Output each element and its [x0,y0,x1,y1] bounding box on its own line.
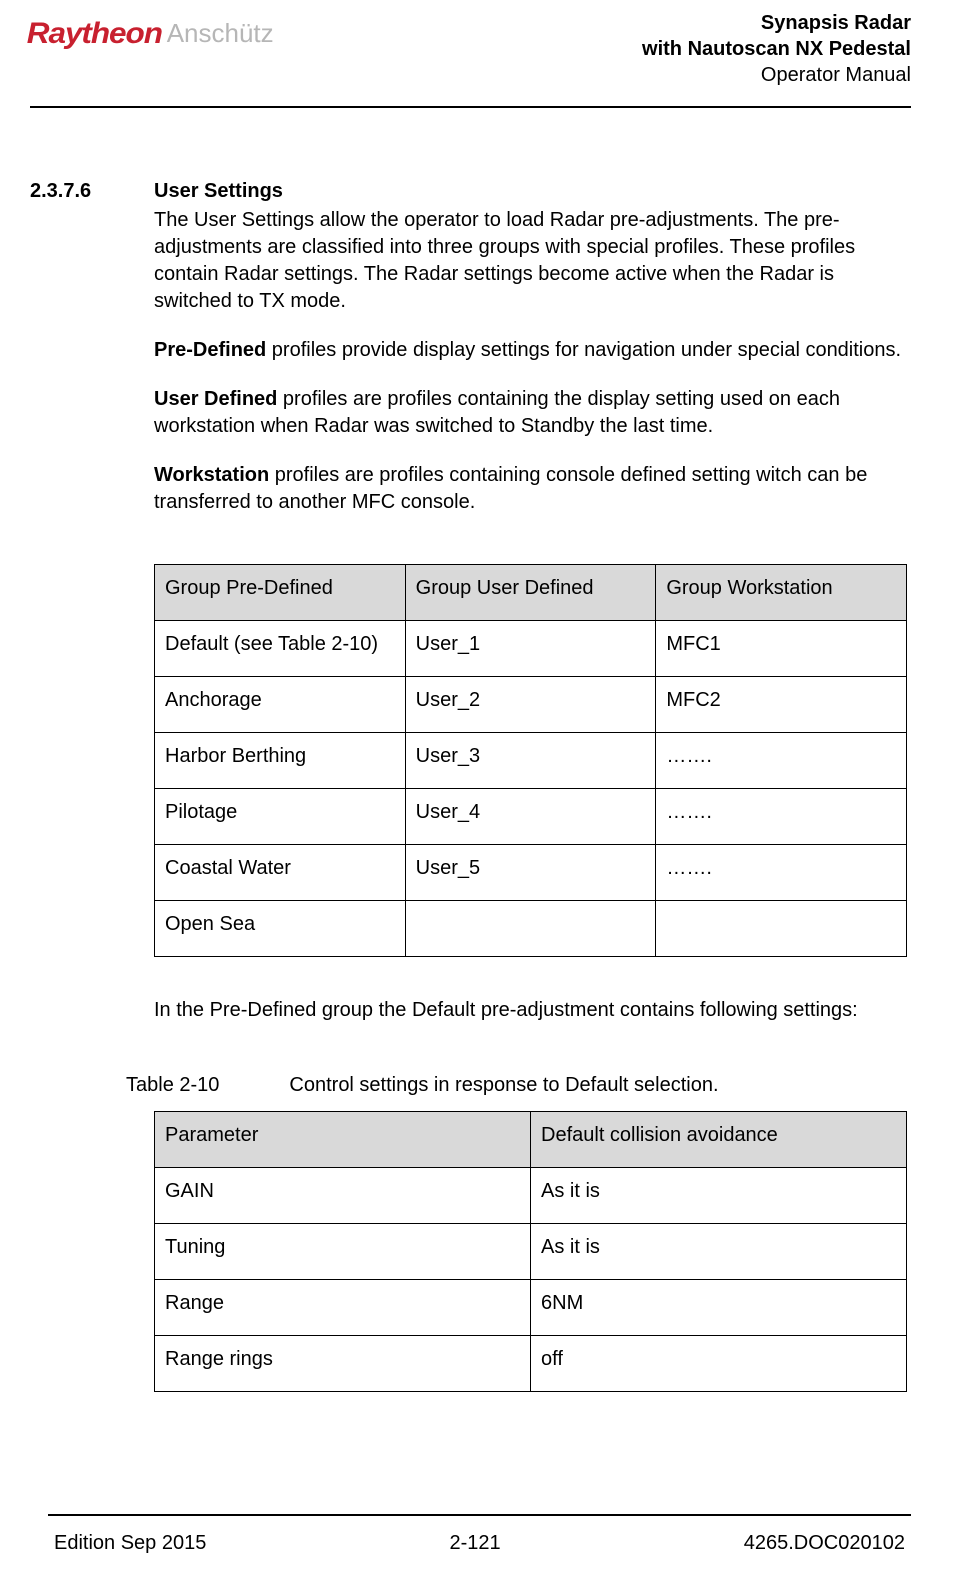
section-heading: 2.3.7.6 User Settings [30,178,911,205]
userdefined-paragraph: User Defined profiles are profiles conta… [154,386,907,440]
table-row: TuningAs it is [155,1224,907,1280]
table-cell: Range [155,1280,531,1336]
page-header: Raytheon Anschütz Synapsis Radar with Na… [30,10,911,106]
table-header: Group User Defined [405,565,656,621]
table-cell: User_3 [405,733,656,789]
table-cell: User_4 [405,789,656,845]
table-cell: MFC1 [656,621,907,677]
table-cell: Pilotage [155,789,406,845]
table-caption-number: Table 2-10 [126,1072,219,1099]
groups-table-wrap: Group Pre-Defined Group User Defined Gro… [154,564,907,957]
table-cell: MFC2 [656,677,907,733]
predefined-term: Pre-Defined [154,339,266,361]
table-cell: 6NM [531,1280,907,1336]
table-cell: ……. [656,789,907,845]
section-title: User Settings [154,178,283,205]
table-cell: off [531,1336,907,1392]
table-header: Group Workstation [656,565,907,621]
table-row: Coastal WaterUser_5……. [155,845,907,901]
table-row: AnchorageUser_2MFC2 [155,677,907,733]
settings-table-wrap: Parameter Default collision avoidance GA… [154,1111,907,1392]
footer-doc-id: 4265.DOC020102 [744,1530,905,1557]
table-cell: Anchorage [155,677,406,733]
table-row: Parameter Default collision avoidance [155,1112,907,1168]
workstation-paragraph: Workstation profiles are profiles contai… [154,462,907,516]
doc-title-block: Synapsis Radar with Nautoscan NX Pedesta… [642,10,911,88]
table-cell: As it is [531,1224,907,1280]
table-cell: Tuning [155,1224,531,1280]
table-row: Default (see Table 2-10)User_1MFC1 [155,621,907,677]
table-cell: ……. [656,845,907,901]
logo-sub: Anschütz [167,14,274,51]
page-footer: Edition Sep 2015 2-121 4265.DOC020102 [48,1514,911,1557]
table-cell: User_2 [405,677,656,733]
table-cell: Coastal Water [155,845,406,901]
table-row: Range ringsoff [155,1336,907,1392]
table-row: PilotageUser_4……. [155,789,907,845]
table-header: Default collision avoidance [531,1112,907,1168]
table-cell [656,901,907,957]
userdefined-term: User Defined [154,388,277,410]
table-row: Harbor BerthingUser_3……. [155,733,907,789]
table-caption-text: Control settings in response to Default … [289,1072,718,1099]
table-header: Parameter [155,1112,531,1168]
table-row: Open Sea [155,901,907,957]
table-cell: Harbor Berthing [155,733,406,789]
logo-main: Raytheon [27,14,162,55]
table-row: Group Pre-Defined Group User Defined Gro… [155,565,907,621]
table-cell: ……. [656,733,907,789]
groups-table: Group Pre-Defined Group User Defined Gro… [154,564,907,957]
table-cell: As it is [531,1168,907,1224]
footer-page-number: 2-121 [449,1530,500,1557]
doc-title-line2: with Nautoscan NX Pedestal [642,36,911,62]
footer-rule [48,1514,911,1516]
table-cell: GAIN [155,1168,531,1224]
doc-title-line1: Synapsis Radar [642,10,911,36]
table-row: GAINAs it is [155,1168,907,1224]
table-cell: User_5 [405,845,656,901]
doc-title-line3: Operator Manual [642,62,911,88]
page-content: 2.3.7.6 User Settings The User Settings … [30,108,911,1392]
table-caption: Table 2-10 Control settings in response … [126,1072,911,1099]
predefined-text: profiles provide display settings for na… [266,339,901,361]
intro-paragraph: The User Settings allow the operator to … [154,207,907,315]
logo: Raytheon Anschütz [30,10,274,55]
settings-table: Parameter Default collision avoidance GA… [154,1111,907,1392]
table-cell: Range rings [155,1336,531,1392]
mid-paragraph: In the Pre-Defined group the Default pre… [154,997,907,1024]
table-cell: Default (see Table 2-10) [155,621,406,677]
footer-row: Edition Sep 2015 2-121 4265.DOC020102 [48,1530,911,1557]
section-number: 2.3.7.6 [30,178,154,205]
workstation-term: Workstation [154,464,269,486]
predefined-paragraph: Pre-Defined profiles provide display set… [154,337,907,364]
table-row: Range6NM [155,1280,907,1336]
table-header: Group Pre-Defined [155,565,406,621]
table-cell [405,901,656,957]
table-cell: Open Sea [155,901,406,957]
footer-edition: Edition Sep 2015 [54,1530,206,1557]
table-cell: User_1 [405,621,656,677]
